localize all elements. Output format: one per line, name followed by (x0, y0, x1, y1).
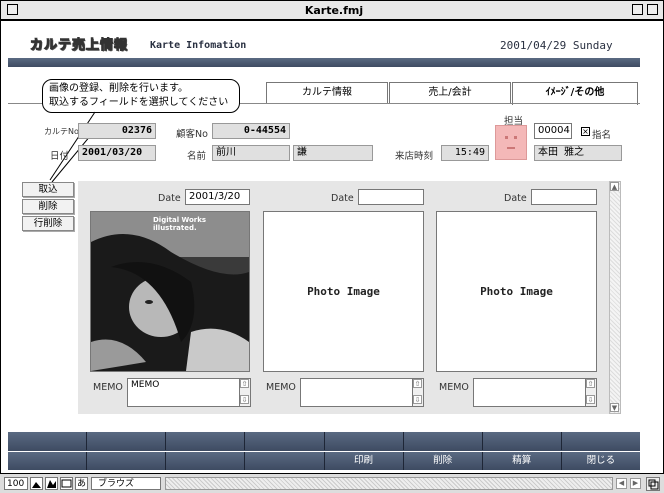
scroll-left-icon[interactable]: ◀ (616, 478, 627, 489)
bottom-slot (562, 432, 640, 450)
zoom-level[interactable]: 100 (4, 477, 28, 490)
status-bar: 100 あ ブラウズ ◀ ▶ (0, 473, 664, 493)
bottom-bar-upper (8, 432, 640, 451)
photo-2-memo-label: MEMO (266, 382, 296, 393)
bottom-button-4[interactable] (245, 452, 325, 470)
delete-image-button[interactable]: 削除 (22, 199, 74, 214)
app-logo: カルテ売上情報 (29, 38, 129, 54)
photo-2-memo-scrollbar[interactable]: ⇧ ⇩ (412, 379, 423, 406)
header-date: 2001/04/29 Sunday (500, 39, 613, 52)
karte-no-field[interactable]: 02376 (78, 123, 156, 139)
photo-2-date-field[interactable] (358, 189, 424, 205)
bottom-slot (404, 432, 483, 450)
name-label: 名前 (187, 151, 207, 162)
header-divider (8, 58, 640, 67)
bottom-slot (8, 432, 88, 450)
photo-1-memo-field[interactable]: MEMO ⇧ ⇩ (127, 378, 251, 407)
bottom-slot (245, 432, 325, 450)
staff-code-field[interactable]: 00004 (534, 123, 572, 139)
bottom-button-2[interactable] (87, 452, 167, 470)
zoom-box-icon[interactable] (632, 4, 643, 15)
delete-button[interactable]: 削除 (404, 452, 483, 470)
import-button[interactable]: 取込 (22, 182, 74, 197)
photo-3-placeholder: Photo Image (480, 285, 553, 298)
photo-3-date-field[interactable] (531, 189, 597, 205)
nominate-checkbox[interactable]: × (581, 127, 590, 136)
scroll-down-icon[interactable]: ▼ (610, 403, 619, 412)
bottom-slot (166, 432, 246, 450)
photo-1-memo-scrollbar[interactable]: ⇧ ⇩ (239, 379, 250, 406)
photo-3-date-label: Date (504, 193, 527, 204)
photo-1-image[interactable]: Digital Works illustrated. (90, 211, 250, 372)
photo-2-image[interactable]: Photo Image (263, 211, 424, 372)
window-title: Karte.fmj (291, 3, 377, 18)
photo-1-caption: Digital Works illustrated. (153, 216, 207, 232)
photo-2-date-label: Date (331, 193, 354, 204)
memo-down-icon[interactable]: ⇩ (586, 395, 595, 404)
memo-up-icon[interactable]: ⇧ (586, 379, 595, 388)
photo-2-placeholder: Photo Image (307, 285, 380, 298)
memo-down-icon[interactable]: ⇩ (413, 395, 422, 404)
photo-1-memo-text: MEMO (131, 380, 160, 390)
tab-image-other[interactable]: ｲﾒｰｼﾞ/その他 (512, 82, 638, 105)
mode-indicator[interactable]: ブラウズ (91, 477, 161, 490)
last-name-field[interactable]: 前川 (212, 145, 290, 161)
photo-3-memo-label: MEMO (439, 382, 469, 393)
photo-3-memo-field[interactable]: ⇧ ⇩ (473, 378, 597, 407)
callout-line-1: 画像の登録、削除を行います。 (49, 83, 188, 94)
status-toggle-icon[interactable] (60, 477, 73, 490)
photo-3-image[interactable]: Photo Image (436, 211, 597, 372)
close-button[interactable]: 閉じる (562, 452, 640, 470)
bottom-bar-lower: 印刷 削除 精算 閉じる (8, 452, 640, 470)
text-style-icon[interactable]: あ (75, 477, 88, 490)
zoom-in-icon[interactable] (45, 477, 58, 490)
portrait-photo (91, 212, 249, 371)
first-name-field[interactable]: 謙 (293, 145, 373, 161)
staff-avatar (495, 125, 527, 160)
scroll-right-icon[interactable]: ▶ (630, 478, 641, 489)
customer-no-field[interactable]: 0-44554 (212, 123, 290, 139)
tab-karte-info[interactable]: カルテ情報 (266, 82, 388, 104)
help-callout: 画像の登録、削除を行います。 取込するフィールドを選択してください (42, 79, 240, 113)
bottom-button-3[interactable] (166, 452, 246, 470)
print-button[interactable]: 印刷 (325, 452, 404, 470)
collapse-box-icon[interactable] (647, 4, 658, 15)
memo-up-icon[interactable]: ⇧ (240, 379, 249, 388)
tab-sales[interactable]: 売上/会計 (389, 82, 511, 104)
memo-down-icon[interactable]: ⇩ (240, 395, 249, 404)
photo-1-memo-label: MEMO (93, 382, 123, 393)
customer-no-label: 顧客No (176, 129, 208, 140)
bottom-slot (483, 432, 562, 450)
photo-1-date-field[interactable]: 2001/3/20 (185, 189, 250, 205)
close-box-icon[interactable] (7, 4, 18, 15)
photo-1-date-label: Date (158, 193, 181, 204)
photo-3-memo-scrollbar[interactable]: ⇧ ⇩ (585, 379, 596, 406)
callout-line-2: 取込するフィールドを選択してください (49, 97, 229, 108)
date-label: 日付 (50, 151, 70, 162)
face-icon (505, 136, 517, 149)
delete-row-button[interactable]: 行削除 (22, 216, 74, 231)
zoom-out-icon[interactable] (30, 477, 43, 490)
karte-no-label: カルテNo (44, 127, 79, 136)
staff-name-field[interactable]: 本田 雅之 (534, 145, 622, 161)
date-field[interactable]: 2001/03/20 (78, 145, 156, 161)
horizontal-scrollbar[interactable] (165, 477, 613, 490)
resize-grip-icon[interactable] (646, 477, 660, 491)
nominate-label: 指名 (592, 130, 612, 141)
photo-2-memo-field[interactable]: ⇧ ⇩ (300, 378, 424, 407)
visit-time-label: 来店時刻 (395, 151, 434, 162)
panel-scrollbar[interactable]: ▲ ▼ (609, 181, 621, 414)
scroll-up-icon[interactable]: ▲ (610, 182, 619, 191)
memo-up-icon[interactable]: ⇧ (413, 379, 422, 388)
bottom-button-1[interactable] (8, 452, 88, 470)
visit-time-field[interactable]: 15:49 (441, 145, 489, 161)
app-title: Karte Infomation (150, 40, 247, 51)
bottom-slot (325, 432, 404, 450)
window-title-bar[interactable]: Karte.fmj (0, 0, 664, 20)
bottom-slot (87, 432, 167, 450)
settle-button[interactable]: 精算 (483, 452, 562, 470)
